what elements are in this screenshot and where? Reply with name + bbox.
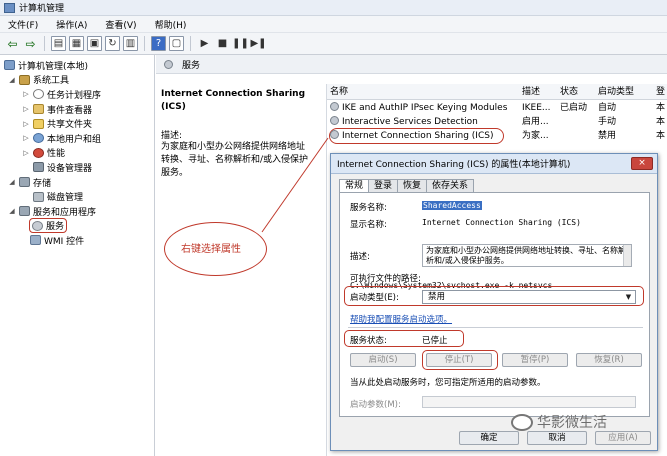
general-tab-panel: 服务名称: SharedAccess 显示名称: Internet Connec…: [339, 192, 650, 417]
description-label: 描述:: [350, 252, 370, 262]
start-button[interactable]: 启动(S): [350, 353, 416, 367]
service-name-label: 服务名称:: [350, 203, 387, 213]
stop-button[interactable]: 停止(T): [426, 353, 492, 367]
startup-type-label: 启动类型(E):: [350, 293, 399, 303]
description-text: 为家庭和小型办公网络提供网络地址转换、寻址、名称解析和/或入侵保护服务。: [426, 246, 626, 265]
watermark-text: 华影微生活: [537, 415, 607, 431]
service-name-value[interactable]: SharedAccess: [422, 201, 482, 210]
ok-button[interactable]: 确定: [459, 431, 519, 445]
apply-button[interactable]: 应用(A): [595, 431, 651, 445]
start-params-input[interactable]: [422, 396, 636, 408]
startup-type-value: 禁用: [428, 292, 446, 302]
start-params-hint: 当从此处启动服务时，您可指定所适用的启动参数。: [350, 378, 546, 388]
service-name-text: SharedAccess: [422, 201, 482, 210]
dropdown-arrow-icon: ▼: [625, 293, 632, 301]
start-params-label: 启动参数(M):: [350, 400, 401, 410]
display-name-value[interactable]: Internet Connection Sharing (ICS): [422, 218, 581, 227]
help-configure-link[interactable]: 帮助我配置服务启动选项。: [350, 313, 452, 325]
dialog-titlebar: Internet Connection Sharing (ICS) 的属性(本地…: [331, 154, 657, 174]
tab-dependencies[interactable]: 依存关系: [426, 179, 475, 193]
tab-logon[interactable]: 登录: [368, 179, 399, 193]
startup-type-select[interactable]: 禁用 ▼: [422, 290, 636, 304]
display-name-label: 显示名称:: [350, 220, 387, 230]
cancel-button[interactable]: 取消: [527, 431, 587, 445]
pause-button[interactable]: 暂停(P): [502, 353, 568, 367]
tab-recovery[interactable]: 恢复: [397, 179, 428, 193]
description-scrollbar[interactable]: [623, 245, 631, 266]
close-button[interactable]: ×: [631, 157, 653, 170]
service-properties-dialog: Internet Connection Sharing (ICS) 的属性(本地…: [330, 153, 658, 451]
watermark: 华影微生活: [511, 412, 607, 432]
wechat-logo-icon: [511, 413, 533, 431]
annotation-text: 右键选择属性: [181, 244, 241, 255]
service-status-label: 服务状态:: [350, 336, 387, 346]
resume-button[interactable]: 恢复(R): [576, 353, 642, 367]
service-status-value: 已停止: [422, 336, 448, 346]
divider: [348, 327, 643, 328]
dialog-tabs: 常规 登录 恢复 依存关系: [339, 179, 475, 194]
dialog-title: Internet Connection Sharing (ICS) 的属性(本地…: [337, 160, 571, 170]
description-textbox[interactable]: 为家庭和小型办公网络提供网络地址转换、寻址、名称解析和/或入侵保护服务。: [422, 244, 632, 267]
